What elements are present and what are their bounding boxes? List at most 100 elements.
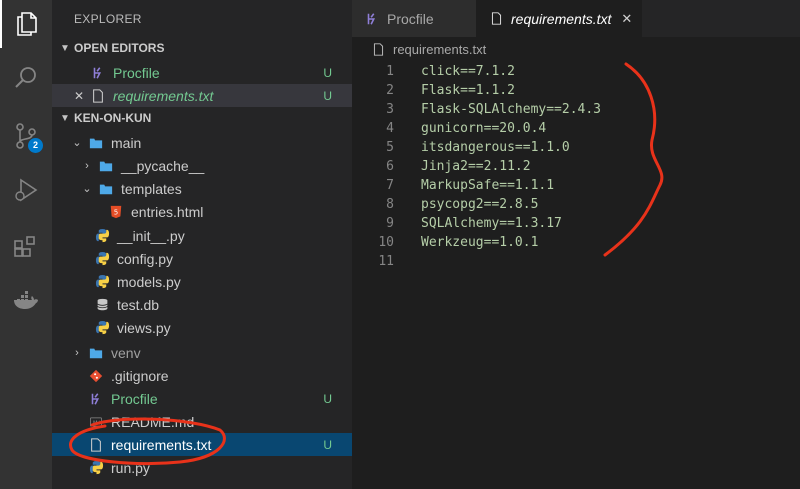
chevron-down-icon: ▼ <box>60 112 70 124</box>
folder-icon <box>88 345 104 361</box>
run-debug-icon <box>15 178 38 202</box>
line-text: Jinja2==2.11.2 <box>421 159 531 174</box>
tab-procfile[interactable]: Procfile <box>352 0 476 37</box>
python-icon <box>94 320 110 336</box>
line-text: MarkupSafe==1.1.1 <box>421 178 555 193</box>
project-title: KEN-ON-KUN <box>74 111 152 125</box>
line-number: 9 <box>386 216 394 231</box>
tree-folder-templates[interactable]: ⌄ templates <box>52 177 352 200</box>
tree-file-run-py[interactable]: run.py <box>52 456 352 479</box>
line-number: 1 <box>386 64 394 79</box>
explorer-sidebar: EXPLORER ▼ OPEN EDITORS Procfile U ✕ req… <box>52 0 352 489</box>
open-editor-requirements[interactable]: ✕ requirements.txt U <box>52 84 352 107</box>
python-icon <box>88 460 104 476</box>
editor-tabs: Procfile requirements.txt ✕ <box>352 0 800 37</box>
tree-label: venv <box>111 344 141 361</box>
files-icon <box>17 12 37 36</box>
folder-open-icon <box>98 181 114 197</box>
docker-activity-button[interactable] <box>0 278 52 326</box>
line-number: 4 <box>386 121 394 136</box>
line-text: itsdangerous==1.1.0 <box>421 140 570 155</box>
markdown-icon: M↓ <box>88 414 104 430</box>
docker-icon <box>14 291 38 309</box>
python-icon <box>94 251 110 267</box>
tree-file-init-py[interactable]: __init__.py <box>52 224 352 247</box>
file-icon <box>370 41 386 57</box>
file-icon <box>90 88 106 104</box>
line-text: SQLAlchemy==1.3.17 <box>421 216 562 231</box>
line-text: Flask-SQLAlchemy==2.4.3 <box>421 102 602 117</box>
tree-label: main <box>111 134 142 151</box>
tree-file-models-py[interactable]: models.py <box>52 270 352 293</box>
activity-bar: 2 <box>0 0 52 489</box>
tree-file-entries-html[interactable]: 5 entries.html <box>52 200 352 223</box>
explorer-activity-button[interactable] <box>0 0 52 48</box>
tree-label: templates <box>121 180 182 197</box>
project-header[interactable]: ▼ KEN-ON-KUN <box>52 107 352 129</box>
tree-label: .gitignore <box>111 367 169 384</box>
procfile-icon <box>364 11 380 27</box>
tree-file-procfile[interactable]: Procfile U <box>52 387 352 410</box>
tree-label: run.py <box>111 459 150 476</box>
extensions-icon <box>14 236 35 257</box>
tree-file-readme[interactable]: M↓ README.md <box>52 410 352 433</box>
tree-folder-main[interactable]: ⌄ main <box>52 131 352 154</box>
file-icon <box>488 11 504 27</box>
line-text: gunicorn==20.0.4 <box>421 121 547 136</box>
line-number: 8 <box>386 197 394 212</box>
tree-folder-pycache[interactable]: › __pycache__ <box>52 154 352 177</box>
untracked-status: U <box>323 391 332 406</box>
tree-label: entries.html <box>131 203 204 220</box>
tree-file-test-db[interactable]: test.db <box>52 293 352 316</box>
python-icon <box>94 274 110 290</box>
procfile-icon <box>88 391 104 407</box>
chevron-down-icon: ▼ <box>60 42 70 54</box>
explorer-title: EXPLORER <box>74 12 142 26</box>
chevron-right-icon: › <box>75 346 79 359</box>
line-number: 11 <box>378 254 394 269</box>
tree-label: config.py <box>117 250 174 267</box>
extensions-activity-button[interactable] <box>0 222 52 270</box>
search-activity-button[interactable] <box>0 54 52 102</box>
line-number: 5 <box>386 140 394 155</box>
breadcrumb[interactable]: requirements.txt <box>370 40 486 58</box>
file-icon <box>88 437 104 453</box>
tree-label: __pycache__ <box>121 157 205 174</box>
line-text: psycopg2==2.8.5 <box>421 197 539 212</box>
tab-label: Procfile <box>387 10 434 27</box>
git-icon <box>88 368 104 384</box>
line-text: Werkzeug==1.0.1 <box>421 235 539 250</box>
annotation-bracket <box>603 62 664 257</box>
chevron-down-icon: ⌄ <box>72 137 82 149</box>
tab-requirements[interactable]: requirements.txt ✕ <box>476 0 642 37</box>
html5-icon: 5 <box>108 204 124 220</box>
tree-file-config-py[interactable]: config.py <box>52 247 352 270</box>
untracked-status: U <box>323 65 332 80</box>
close-icon[interactable]: ✕ <box>74 89 84 103</box>
open-editors-header[interactable]: ▼ OPEN EDITORS <box>52 37 352 59</box>
run-debug-activity-button[interactable] <box>0 166 52 214</box>
line-text: click==7.1.2 <box>421 64 515 79</box>
tree-folder-venv[interactable]: › venv <box>52 341 352 364</box>
tree-file-gitignore[interactable]: .gitignore <box>52 364 352 387</box>
folder-open-icon <box>88 135 104 151</box>
tree-file-views-py[interactable]: views.py <box>52 316 352 339</box>
tree-label: __init__.py <box>117 227 185 244</box>
tree-label: test.db <box>117 296 160 313</box>
tab-close-button[interactable]: ✕ <box>621 11 632 27</box>
tree-file-requirements[interactable]: requirements.txt U <box>52 433 352 456</box>
breadcrumb-label: requirements.txt <box>393 41 487 57</box>
database-icon <box>94 297 110 313</box>
source-control-activity-button[interactable]: 2 <box>0 112 52 160</box>
tree-label: requirements.txt <box>111 436 212 453</box>
svg-text:5: 5 <box>114 208 118 216</box>
python-icon <box>94 228 110 244</box>
tree-label: views.py <box>117 319 171 336</box>
line-number: 2 <box>386 83 394 98</box>
line-number: 10 <box>378 235 394 250</box>
open-editor-procfile[interactable]: Procfile U <box>52 61 352 84</box>
procfile-icon <box>90 65 106 81</box>
untracked-status: U <box>323 437 332 452</box>
open-editors-title: OPEN EDITORS <box>74 41 165 55</box>
line-number: 3 <box>386 102 394 117</box>
